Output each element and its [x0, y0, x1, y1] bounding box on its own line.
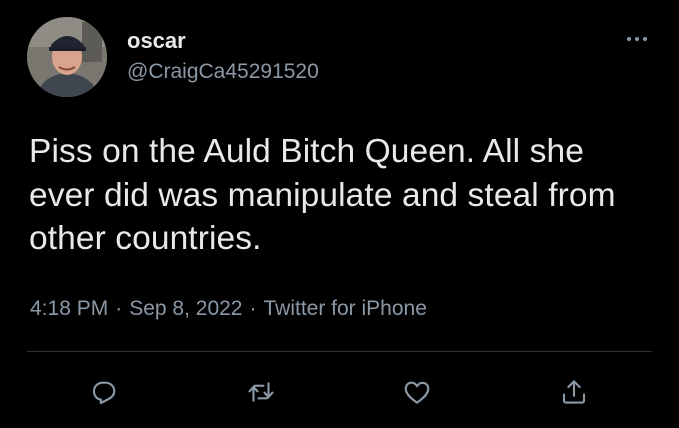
more-horizontal-icon [627, 37, 647, 41]
display-name[interactable]: oscar [127, 28, 186, 54]
share-icon [562, 380, 586, 404]
tweet-source[interactable]: Twitter for iPhone [263, 297, 426, 320]
meta-separator: · [115, 297, 123, 320]
tweet-metadata: 4:18 PM · Sep 8, 2022 · Twitter for iPhone [30, 296, 427, 322]
more-options-button[interactable] [623, 30, 651, 48]
divider [27, 351, 652, 352]
retweet-icon [248, 382, 274, 402]
reply-icon [92, 381, 116, 405]
like-button[interactable] [399, 374, 435, 410]
tweet-time[interactable]: 4:18 PM [30, 297, 108, 320]
share-button[interactable] [556, 374, 592, 410]
heart-icon [404, 381, 430, 404]
tweet-date[interactable]: Sep 8, 2022 [129, 297, 242, 320]
avatar-image [27, 17, 107, 97]
retweet-button[interactable] [243, 374, 279, 410]
tweet-text: Piss on the Auld Bitch Queen. All she ev… [29, 133, 616, 257]
meta-separator: · [249, 297, 257, 320]
avatar[interactable] [27, 17, 107, 97]
reply-button[interactable] [86, 374, 122, 410]
user-handle[interactable]: @CraigCa45291520 [127, 59, 319, 85]
